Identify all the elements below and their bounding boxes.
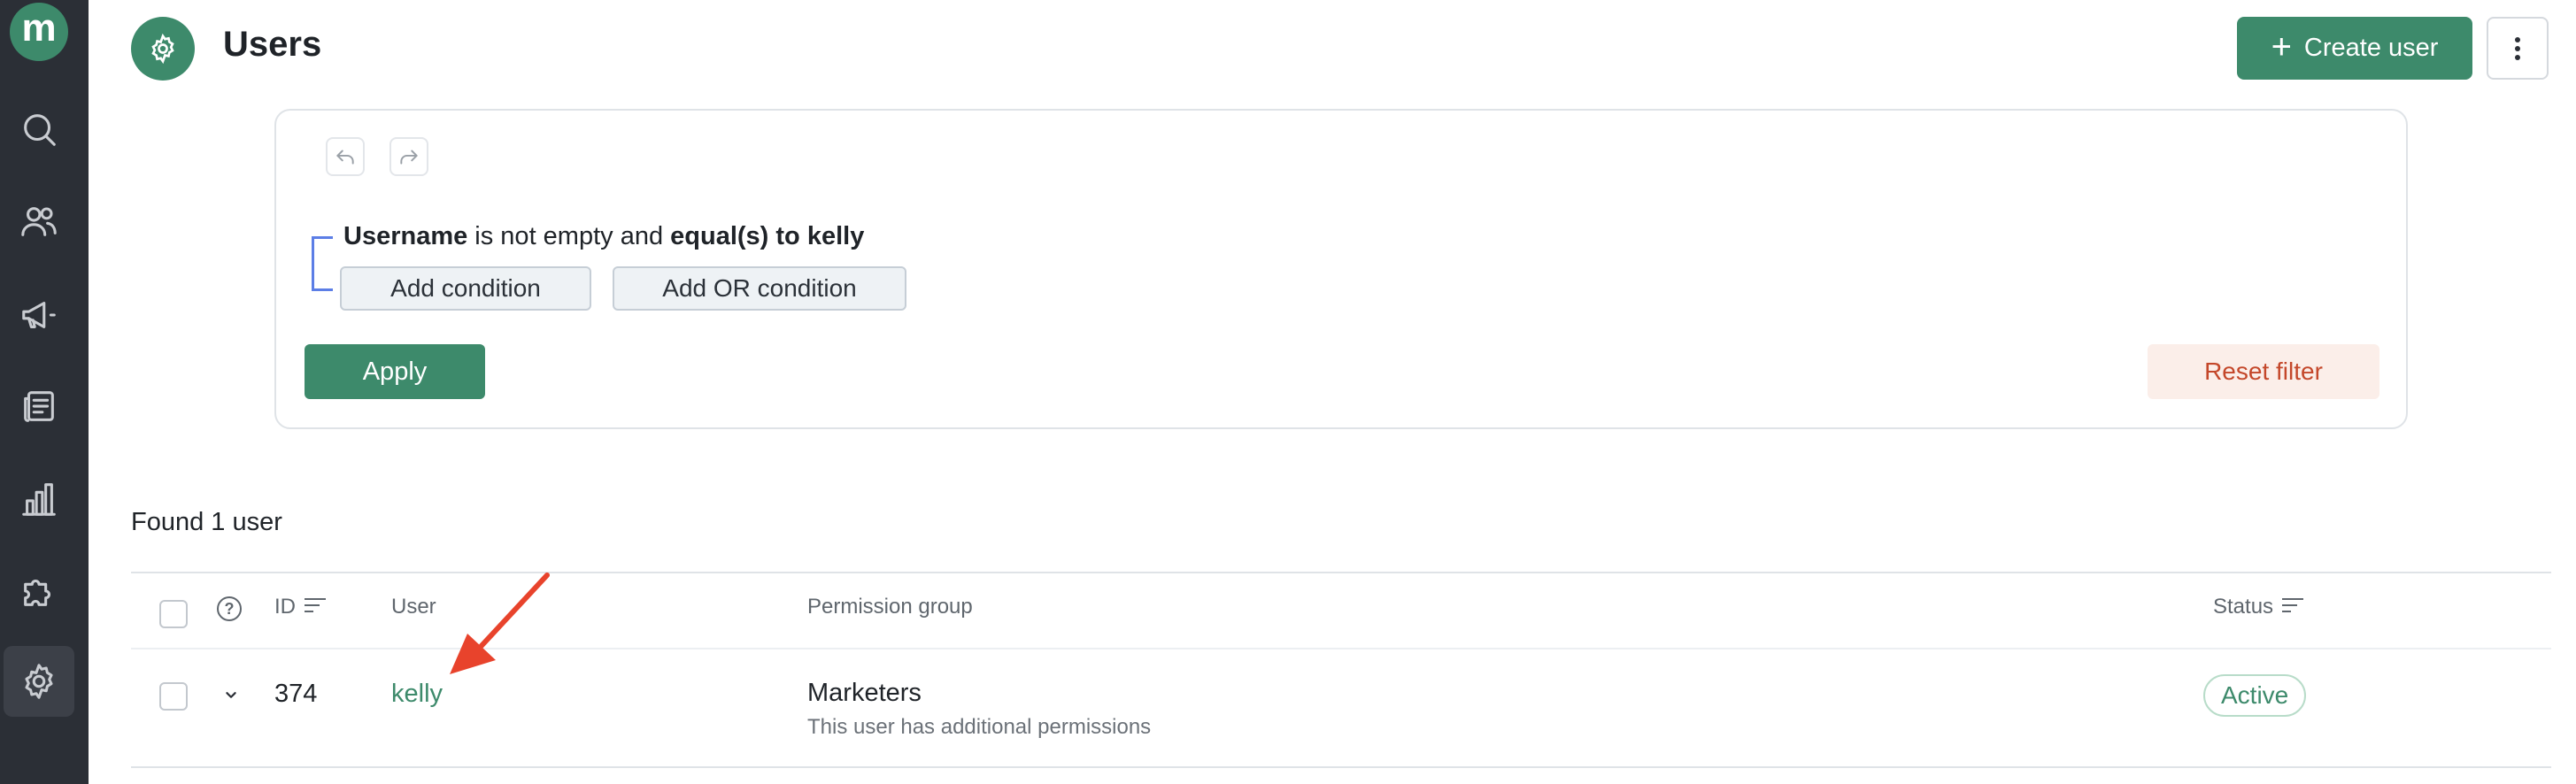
sidebar-item-search[interactable]	[4, 94, 74, 165]
gear-icon	[25, 664, 53, 699]
table-divider	[131, 766, 2551, 768]
sidebar-item-users[interactable]	[4, 186, 74, 257]
puzzle-icon	[24, 579, 51, 606]
create-user-button[interactable]: + Create user	[2237, 17, 2472, 80]
table-divider	[131, 572, 2551, 573]
expand-row-button[interactable]	[221, 685, 241, 704]
sidebar-item-integrations[interactable]	[4, 556, 74, 626]
vertical-dots-icon	[2515, 36, 2520, 60]
filter-condition[interactable]: Username is not empty and equal(s) to ke…	[343, 222, 864, 251]
chevron-down-icon	[226, 692, 236, 698]
user-id-cell: 374	[274, 680, 318, 708]
column-header-user: User	[391, 595, 436, 619]
create-user-label: Create user	[2303, 34, 2439, 62]
redo-button[interactable]	[389, 137, 428, 176]
more-options-button[interactable]	[2487, 17, 2549, 80]
results-count: Found 1 user	[131, 508, 282, 536]
sort-icon	[305, 598, 326, 616]
sidebar-item-campaigns[interactable]	[4, 280, 74, 350]
row-checkbox[interactable]	[159, 682, 188, 711]
undo-icon	[336, 150, 354, 165]
help-icon[interactable]: ?	[217, 596, 242, 621]
reset-filter-button[interactable]: Reset filter	[2148, 344, 2379, 399]
condition-text: is not empty and	[467, 222, 671, 250]
sidebar-item-settings[interactable]	[4, 646, 74, 717]
apply-button[interactable]: Apply	[305, 344, 485, 399]
sidebar: m	[0, 0, 89, 784]
redo-icon	[400, 150, 418, 165]
app-logo[interactable]: m	[10, 3, 68, 61]
table-divider	[131, 648, 2551, 649]
page-title: Users	[223, 25, 322, 64]
sidebar-item-content[interactable]	[4, 372, 74, 442]
condition-operator: equal(s) to kelly	[670, 222, 865, 250]
column-header-id[interactable]: ID	[274, 595, 326, 619]
plus-icon: +	[2271, 27, 2292, 66]
column-header-status[interactable]: Status	[2213, 595, 2304, 619]
users-icon	[21, 207, 57, 236]
status-badge: Active	[2203, 674, 2307, 717]
gear-icon	[151, 33, 174, 65]
add-condition-button[interactable]: Add condition	[340, 266, 591, 311]
megaphone-icon	[22, 302, 56, 328]
permission-note: This user has additional permissions	[807, 715, 1152, 739]
permission-group-cell: Marketers	[807, 679, 922, 707]
filter-panel: Username is not empty and equal(s) to ke…	[274, 109, 2408, 429]
settings-header-icon	[131, 17, 195, 81]
user-link[interactable]: kelly	[391, 680, 443, 709]
select-all-checkbox[interactable]	[159, 600, 188, 628]
condition-field: Username	[343, 222, 468, 250]
bar-chart-icon	[22, 483, 56, 516]
sort-icon	[2282, 598, 2304, 616]
news-icon	[24, 391, 54, 422]
add-or-condition-button[interactable]: Add OR condition	[613, 266, 906, 311]
condition-group-bracket	[312, 236, 333, 291]
column-header-permission-group: Permission group	[807, 595, 973, 619]
search-icon	[24, 114, 56, 146]
sidebar-item-analytics[interactable]	[4, 464, 74, 534]
undo-button[interactable]	[326, 137, 365, 176]
